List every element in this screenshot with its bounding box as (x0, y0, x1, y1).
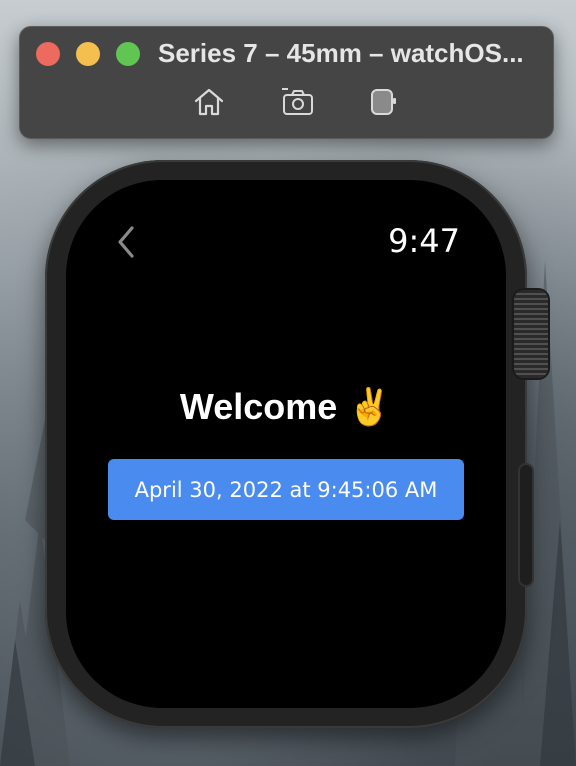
rotate-device-button[interactable] (365, 86, 399, 118)
screenshot-button[interactable] (281, 86, 315, 118)
rotate-device-icon (371, 89, 396, 115)
welcome-text: Welcome (179, 386, 338, 427)
desktop-background: Series 7 – 45mm – watchOS... 9:47 Welcom… (0, 0, 576, 766)
status-time: 9:47 (388, 222, 460, 260)
digital-crown[interactable] (514, 290, 548, 378)
chevron-left-icon (118, 226, 134, 258)
home-button[interactable] (192, 86, 226, 118)
peace-hand-emoji: ✌️ (347, 387, 393, 428)
zoom-window-button[interactable] (116, 42, 140, 66)
back-button[interactable] (112, 222, 138, 262)
screenshot-icon (282, 88, 313, 115)
welcome-heading: Welcome ✌️ (66, 386, 506, 428)
side-button[interactable] (520, 465, 532, 585)
close-window-button[interactable] (36, 42, 60, 66)
minimize-window-button[interactable] (76, 42, 100, 66)
date-button[interactable]: April 30, 2022 at 9:45:06 AM (108, 459, 464, 520)
home-icon (194, 88, 224, 116)
window-title: Series 7 – 45mm – watchOS... (158, 38, 524, 68)
